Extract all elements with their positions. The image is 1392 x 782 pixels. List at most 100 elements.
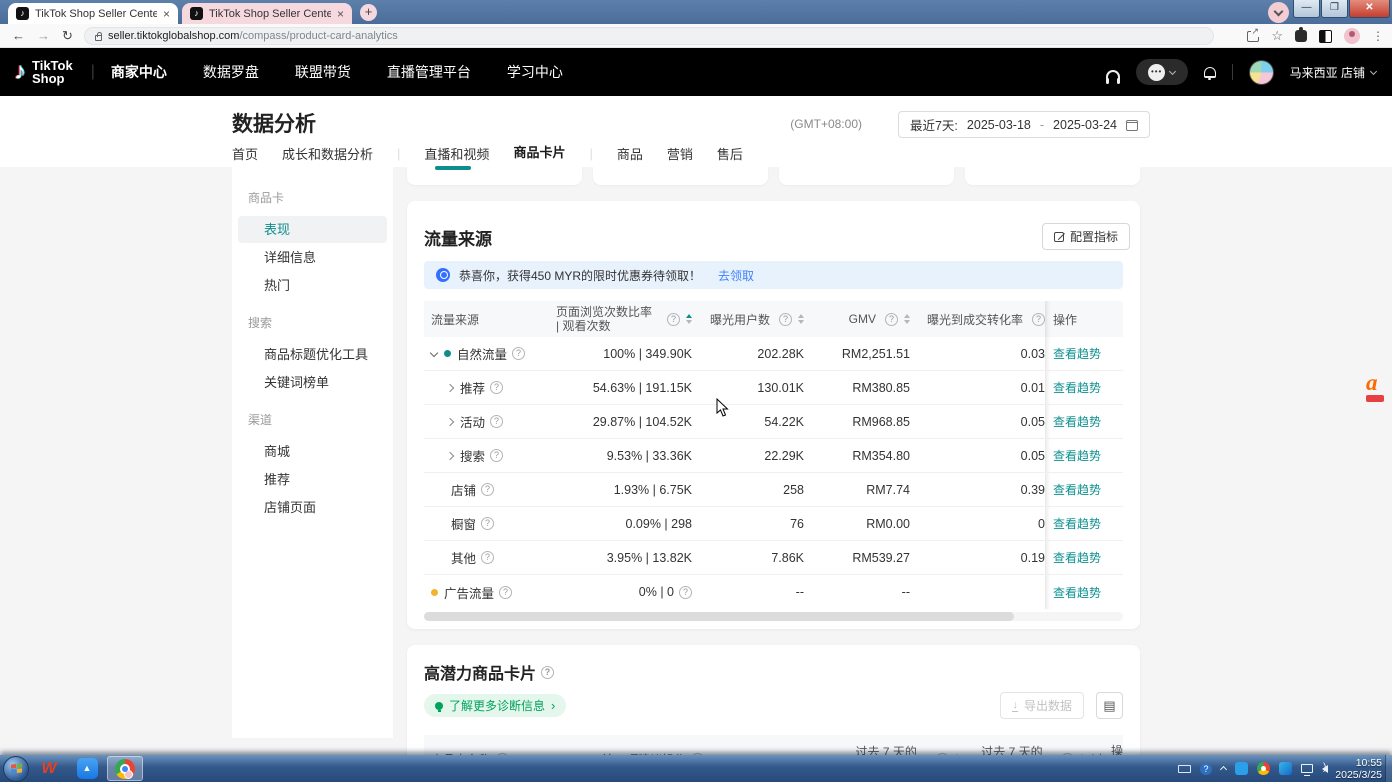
diagnosis-info-link[interactable]: 了解更多诊断信息 › — [424, 694, 566, 717]
expand-chevron-icon[interactable] — [446, 383, 454, 391]
tabstrip-collapse-button[interactable] — [1268, 2, 1289, 23]
report-list-button[interactable]: ▤ — [1096, 692, 1123, 719]
date-range-picker[interactable]: 最近7天: 2025-03-18 - 2025-03-24 — [898, 111, 1150, 138]
tab-home[interactable]: 首页 — [232, 144, 258, 170]
extensions-icon[interactable] — [1295, 30, 1307, 42]
browser-tab-inactive[interactable]: ♪ TikTok Shop Seller Center | Cr × — [182, 3, 352, 24]
help-icon[interactable]: ? — [490, 415, 503, 428]
new-tab-button[interactable]: + — [360, 4, 377, 21]
view-trend-link[interactable]: 查看趋势 — [1053, 379, 1101, 396]
tray-app-icon[interactable] — [1235, 762, 1248, 775]
help-icon[interactable]: ? — [490, 381, 503, 394]
speaker-icon[interactable] — [1322, 765, 1328, 773]
chrome-icon — [115, 759, 135, 779]
forward-button[interactable]: → — [37, 28, 50, 43]
sidebar-item-title-optimizer[interactable]: 商品标题优化工具 — [232, 341, 393, 368]
help-icon[interactable]: ? — [679, 586, 692, 599]
help-icon[interactable]: ? — [1032, 313, 1045, 326]
help-icon[interactable]: ? — [667, 313, 680, 326]
input-keyboard-icon[interactable] — [1178, 765, 1191, 773]
account-menu[interactable]: 马来西亚 店铺 — [1290, 64, 1376, 81]
notifications-bell-icon[interactable] — [1204, 67, 1216, 78]
back-button[interactable]: ← — [12, 28, 25, 43]
col-header-pv: 页面浏览次数比率 | 观看次数 — [556, 305, 658, 333]
taskbar-app-button[interactable]: ▲ — [69, 756, 105, 781]
reload-button[interactable]: ↻ — [62, 28, 73, 44]
taskbar-chrome-button[interactable] — [107, 756, 143, 781]
configure-metrics-button[interactable]: 配置指标 — [1042, 223, 1130, 250]
tab-close-icon[interactable]: × — [163, 8, 170, 20]
tab-aftersale[interactable]: 售后 — [717, 144, 743, 170]
claim-coupon-link[interactable]: 去领取 — [718, 267, 754, 284]
share-icon[interactable] — [1247, 31, 1259, 42]
nav-learning-center[interactable]: 学习中心 — [507, 62, 563, 82]
coupon-banner: 恭喜你，获得450 MYR的限时优惠券待领取！ 去领取 — [424, 261, 1123, 289]
sidebar-group-channel: 渠道 — [248, 411, 393, 428]
view-trend-link[interactable]: 查看趋势 — [1053, 515, 1101, 532]
view-trend-link[interactable]: 查看趋势 — [1053, 345, 1101, 362]
tray-expand-icon[interactable] — [1220, 766, 1227, 773]
view-trend-link[interactable]: 查看趋势 — [1053, 413, 1101, 430]
tab-close-icon[interactable]: × — [337, 8, 344, 20]
sidebar-item-hot[interactable]: 热门 — [232, 272, 393, 299]
help-icon[interactable]: ? — [481, 517, 494, 530]
help-icon[interactable]: ? — [499, 586, 512, 599]
tray-chrome-icon[interactable] — [1257, 762, 1270, 775]
help-icon[interactable]: ? — [541, 666, 554, 679]
metric-card — [407, 167, 582, 185]
browser-profile-avatar[interactable] — [1344, 28, 1360, 44]
tray-app2-icon[interactable] — [1279, 762, 1292, 775]
support-headset-icon[interactable] — [1106, 70, 1120, 79]
horizontal-scrollbar-thumb[interactable] — [424, 612, 1014, 621]
lightbulb-icon — [435, 702, 443, 710]
tab-growth-analytics[interactable]: 成长和数据分析 — [282, 144, 373, 170]
sidebar-item-details[interactable]: 详细信息 — [232, 244, 393, 271]
expand-chevron-icon[interactable] — [446, 417, 454, 425]
view-trend-link[interactable]: 查看趋势 — [1053, 549, 1101, 566]
collapse-chevron-icon[interactable] — [430, 348, 438, 356]
help-icon[interactable]: ? — [512, 347, 525, 360]
nav-live-platform[interactable]: 直播管理平台 — [387, 62, 471, 82]
nav-affiliate[interactable]: 联盟带货 — [295, 62, 351, 82]
traffic-source-card: 流量来源 配置指标 恭喜你，获得450 MYR的限时优惠券待领取！ 去领取 流量… — [407, 201, 1140, 629]
bookmark-star-icon[interactable]: ☆ — [1271, 28, 1283, 44]
sidebar-item-performance[interactable]: 表现 — [238, 216, 387, 243]
view-trend-link[interactable]: 查看趋势 — [1053, 584, 1101, 601]
network-icon[interactable] — [1301, 764, 1313, 773]
nav-seller-center[interactable]: 商家中心 — [111, 62, 167, 82]
store-avatar[interactable] — [1249, 60, 1274, 85]
sidebar-item-mall[interactable]: 商城 — [232, 438, 393, 465]
sidebar-item-recommend[interactable]: 推荐 — [232, 466, 393, 493]
minimize-button[interactable]: — — [1293, 0, 1320, 18]
help-icon[interactable]: ? — [885, 313, 898, 326]
url-bar[interactable]: seller.tiktokglobalshop.com/compass/prod… — [84, 27, 1214, 45]
help-tray-icon[interactable]: ? — [1200, 763, 1212, 775]
tiktok-shop-logo[interactable]: ♪ TikTokShop — [14, 58, 73, 86]
help-icon[interactable]: ? — [490, 449, 503, 462]
show-desktop-button[interactable] — [1385, 755, 1392, 782]
browser-tab-active[interactable]: ♪ TikTok Shop Seller Center | Cr × — [8, 3, 178, 24]
extension-bw-icon[interactable] — [1319, 30, 1332, 43]
chat-widget-button[interactable]: ••• — [1136, 59, 1188, 85]
export-data-button[interactable]: ↓ 导出数据 — [1000, 692, 1084, 719]
view-trend-link[interactable]: 查看趋势 — [1053, 447, 1101, 464]
close-button[interactable]: ✕ — [1349, 0, 1390, 18]
browser-menu-icon[interactable]: ⋮ — [1372, 29, 1384, 43]
tab-marketing[interactable]: 营销 — [667, 144, 693, 170]
sidebar-item-shop-page[interactable]: 店铺页面 — [232, 494, 393, 521]
system-tray: ? — [1178, 762, 1328, 775]
help-icon[interactable]: ? — [481, 551, 494, 564]
restore-button[interactable]: ❐ — [1321, 0, 1348, 18]
promo-float-widget[interactable]: a — [1366, 372, 1392, 408]
taskbar-wps-button[interactable]: W — [31, 756, 67, 781]
help-icon[interactable]: ? — [779, 313, 792, 326]
nav-data-compass[interactable]: 数据罗盘 — [203, 62, 259, 82]
sidebar-item-keyword-ranking[interactable]: 关键词榜单 — [232, 369, 393, 396]
taskbar-clock[interactable]: 10:55 2025/3/25 — [1335, 757, 1382, 781]
row-label: 广告流量 — [444, 583, 494, 602]
expand-chevron-icon[interactable] — [446, 451, 454, 459]
view-trend-link[interactable]: 查看趋势 — [1053, 481, 1101, 498]
tab-products[interactable]: 商品 — [617, 144, 643, 170]
start-button[interactable] — [3, 756, 29, 782]
help-icon[interactable]: ? — [481, 483, 494, 496]
